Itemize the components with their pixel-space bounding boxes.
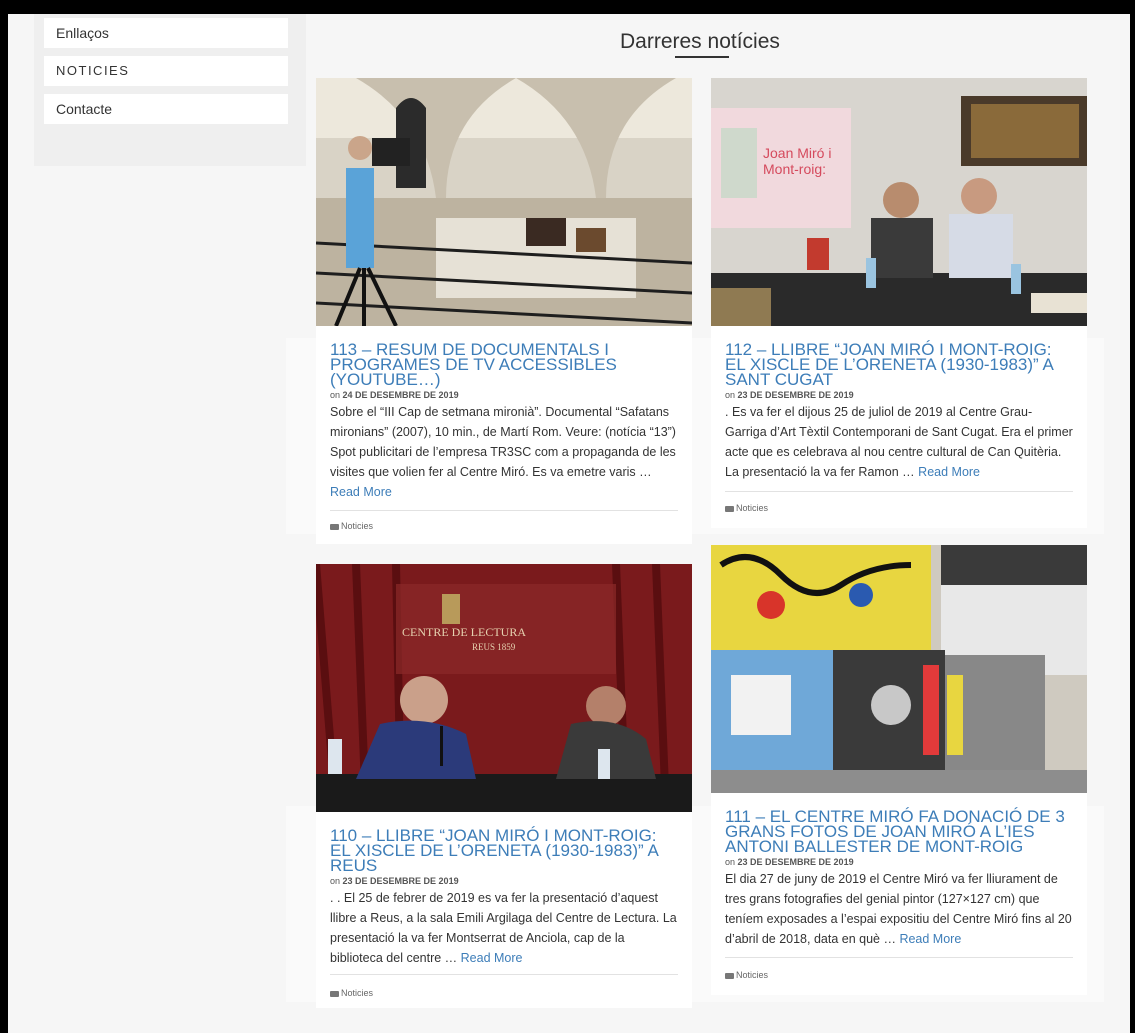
read-more-link[interactable]: Read More bbox=[330, 485, 392, 499]
svg-text:REUS 1859: REUS 1859 bbox=[472, 642, 516, 652]
sidebar-item-enllacos[interactable]: Enllaços bbox=[44, 18, 288, 48]
post-card: 113 – RESUM DE DOCUMENTALS I PROGRAMES D… bbox=[316, 78, 692, 544]
post-body: 110 – LLIBRE “JOAN MIRÓ I MONT-ROIG: EL … bbox=[330, 827, 678, 968]
sidebar: Enllaços NOTICIES Contacte bbox=[34, 14, 306, 166]
post-body: 111 – EL CENTRE MIRÓ FA DONACIÓ DE 3 GRA… bbox=[725, 808, 1073, 949]
read-more-link[interactable]: Read More bbox=[461, 951, 523, 965]
post-excerpt: . Es va fer el dijous 25 de juliol de 20… bbox=[725, 405, 1073, 479]
post-date: on 24 DE DESEMBRE DE 2019 bbox=[330, 390, 459, 400]
post-date: on 23 DE DESEMBRE DE 2019 bbox=[725, 857, 854, 867]
svg-text:Mont-roig:: Mont-roig: bbox=[763, 161, 826, 177]
post-category[interactable]: Noticies bbox=[330, 988, 373, 998]
post-title-link[interactable]: 111 – EL CENTRE MIRÓ FA DONACIÓ DE 3 GRA… bbox=[725, 808, 1073, 855]
card-divider bbox=[725, 491, 1073, 492]
folder-icon bbox=[330, 991, 339, 997]
post-title-link[interactable]: 110 – LLIBRE “JOAN MIRÓ I MONT-ROIG: EL … bbox=[330, 827, 678, 874]
sidebar-item-noticies[interactable]: NOTICIES bbox=[44, 56, 288, 86]
sidebar-item-contacte[interactable]: Contacte bbox=[44, 94, 288, 124]
post-thumbnail[interactable]: Joan Miró i Mont-roig: bbox=[711, 78, 1087, 326]
post-category[interactable]: Noticies bbox=[725, 970, 768, 980]
title-underline bbox=[675, 56, 729, 58]
post-thumbnail[interactable] bbox=[316, 78, 692, 326]
folder-icon bbox=[725, 973, 734, 979]
card-divider bbox=[725, 957, 1073, 958]
page-title: Darreres notícies bbox=[620, 30, 780, 53]
post-title-link[interactable]: 113 – RESUM DE DOCUMENTALS I PROGRAMES D… bbox=[330, 341, 678, 388]
folder-icon bbox=[725, 506, 734, 512]
post-card: 111 – EL CENTRE MIRÓ FA DONACIÓ DE 3 GRA… bbox=[711, 545, 1087, 995]
card-divider bbox=[330, 510, 678, 511]
post-category[interactable]: Noticies bbox=[330, 521, 373, 531]
post-body: 112 – LLIBRE “JOAN MIRÓ I MONT-ROIG: EL … bbox=[725, 341, 1073, 482]
card-divider bbox=[330, 974, 678, 975]
post-card: Joan Miró i Mont-roig: 112 – LLIBRE “JOA… bbox=[711, 78, 1087, 528]
post-body: 113 – RESUM DE DOCUMENTALS I PROGRAMES D… bbox=[330, 341, 678, 502]
post-category[interactable]: Noticies bbox=[725, 503, 768, 513]
post-excerpt: . . El 25 de febrer de 2019 es va fer la… bbox=[330, 891, 677, 965]
post-excerpt: Sobre el “III Cap de setmana mironià”. D… bbox=[330, 405, 676, 499]
post-thumbnail[interactable]: CENTRE DE LECTURA REUS 1859 bbox=[316, 564, 692, 812]
post-thumbnail[interactable] bbox=[711, 545, 1087, 793]
post-card: CENTRE DE LECTURA REUS 1859 110 – LLIBRE… bbox=[316, 564, 692, 1008]
svg-text:Joan Miró i: Joan Miró i bbox=[763, 145, 831, 161]
post-title-link[interactable]: 112 – LLIBRE “JOAN MIRÓ I MONT-ROIG: EL … bbox=[725, 341, 1073, 388]
folder-icon bbox=[330, 524, 339, 530]
post-excerpt: El dia 27 de juny de 2019 el Centre Miró… bbox=[725, 872, 1072, 946]
post-date: on 23 DE DESEMBRE DE 2019 bbox=[725, 390, 854, 400]
read-more-link[interactable]: Read More bbox=[918, 465, 980, 479]
post-date: on 23 DE DESEMBRE DE 2019 bbox=[330, 876, 459, 886]
svg-text:CENTRE DE LECTURA: CENTRE DE LECTURA bbox=[402, 625, 526, 639]
read-more-link[interactable]: Read More bbox=[899, 932, 961, 946]
